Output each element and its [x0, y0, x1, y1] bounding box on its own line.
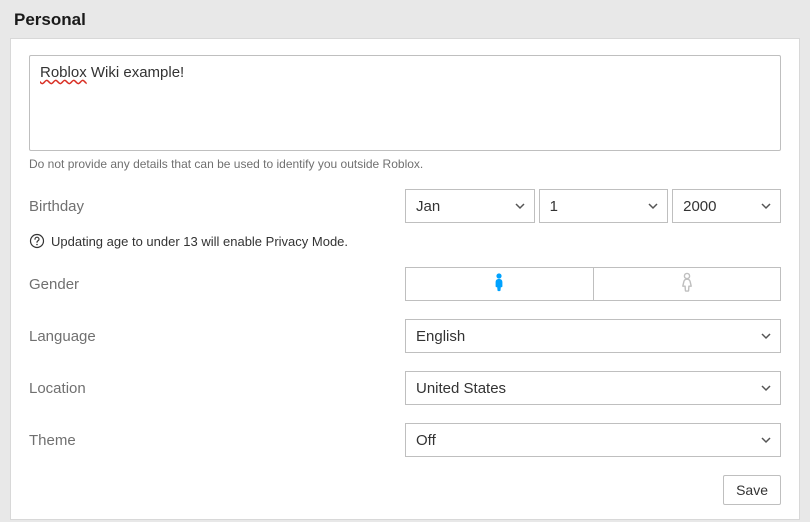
- birthday-day-value: 1: [550, 198, 558, 215]
- chevron-down-icon: [760, 434, 772, 446]
- chevron-down-icon: [647, 200, 659, 212]
- privacy-note: Updating age to under 13 will enable Pri…: [29, 233, 781, 249]
- location-value: United States: [416, 380, 506, 397]
- description-word: Roblox: [40, 64, 87, 81]
- privacy-note-text: Updating age to under 13 will enable Pri…: [51, 234, 348, 249]
- birthday-day-select[interactable]: 1: [539, 189, 669, 223]
- chevron-down-icon: [760, 382, 772, 394]
- birthday-month-value: Jan: [416, 198, 440, 215]
- chevron-down-icon: [760, 200, 772, 212]
- gender-female-button[interactable]: [593, 268, 781, 300]
- theme-value: Off: [416, 432, 436, 449]
- gender-male-button[interactable]: [406, 268, 593, 300]
- birthday-controls: Jan 1 2000: [405, 189, 781, 223]
- male-icon: [491, 272, 507, 297]
- theme-select[interactable]: Off: [405, 423, 781, 457]
- section-title: Personal: [0, 0, 810, 38]
- gender-group: [405, 267, 781, 301]
- theme-label: Theme: [29, 432, 405, 449]
- location-row: Location United States: [29, 371, 781, 405]
- save-row: Save: [29, 475, 781, 505]
- description-hint: Do not provide any details that can be u…: [29, 157, 781, 171]
- language-label: Language: [29, 328, 405, 345]
- save-button[interactable]: Save: [723, 475, 781, 505]
- description-rest: Wiki example!: [87, 64, 185, 81]
- description-input[interactable]: Roblox Wiki example!: [29, 55, 781, 151]
- question-circle-icon[interactable]: [29, 233, 45, 249]
- birthday-month-select[interactable]: Jan: [405, 189, 535, 223]
- location-label: Location: [29, 380, 405, 397]
- chevron-down-icon: [514, 200, 526, 212]
- language-select[interactable]: English: [405, 319, 781, 353]
- birthday-row: Birthday Jan 1 2000: [29, 189, 781, 223]
- personal-panel: Roblox Wiki example! Do not provide any …: [10, 38, 800, 520]
- birthday-label: Birthday: [29, 198, 405, 215]
- chevron-down-icon: [760, 330, 772, 342]
- birthday-year-value: 2000: [683, 198, 716, 215]
- language-row: Language English: [29, 319, 781, 353]
- female-icon: [679, 272, 695, 297]
- gender-label: Gender: [29, 276, 405, 293]
- location-select[interactable]: United States: [405, 371, 781, 405]
- language-value: English: [416, 328, 465, 345]
- theme-row: Theme Off: [29, 423, 781, 457]
- birthday-year-select[interactable]: 2000: [672, 189, 781, 223]
- gender-row: Gender: [29, 267, 781, 301]
